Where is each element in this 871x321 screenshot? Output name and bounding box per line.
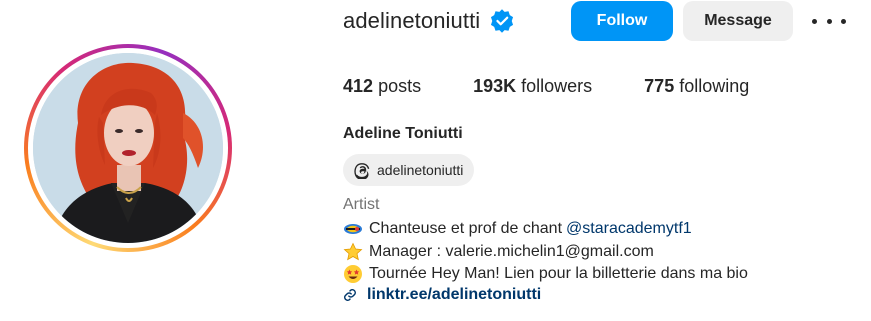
microphone-emoji-icon [343,219,363,239]
avatar-portrait [33,53,223,243]
message-button[interactable]: Message [683,1,793,41]
profile-full-name: Adeline Toniutti [343,125,463,142]
followers-label: followers [521,76,593,96]
link-icon [343,288,357,302]
verified-badge-icon [489,8,515,34]
more-dot [826,18,832,24]
avatar-ring-gap [28,48,228,248]
username-row: adelinetoniutti [343,0,515,42]
profile-username[interactable]: adelinetoniutti [343,8,480,34]
following-stat[interactable]: 775 following [644,76,749,97]
bio-line-1: Chanteuse et prof de chant @staracademyt… [343,219,692,239]
following-label: following [679,76,750,96]
profile-stats: 412 posts 193K followers 775 following [343,76,801,97]
more-dot [841,18,846,24]
profile-category: Artist [343,196,380,213]
bio-line-2: Manager : valerie.michelin1@gmail.com [343,242,654,262]
follow-button[interactable]: Follow [571,1,673,41]
external-link-text: linktr.ee/adelinetoniutti [367,286,542,303]
posts-count: 412 [343,76,374,96]
threads-handle: adelinetoniutti [377,162,464,178]
more-dot [812,18,817,24]
followers-stat[interactable]: 193K followers [473,76,592,97]
followers-count: 193K [473,76,517,96]
star-struck-emoji-icon [343,264,363,284]
more-options-icon[interactable] [812,9,846,33]
bio-line-3-text: Tournée Hey Man! Lien pour la billetteri… [369,265,748,282]
external-link[interactable]: linktr.ee/adelinetoniutti [343,286,541,304]
following-count: 775 [644,76,675,96]
bio-line-2-text: Manager : valerie.michelin1@gmail.com [369,243,654,260]
staracademy-mention-link[interactable]: @staracademytf1 [566,220,692,238]
profile-avatar[interactable] [33,53,223,243]
threads-badge[interactable]: adelinetoniutti [343,154,475,186]
story-ring[interactable] [24,44,232,252]
bio-line-1-text: Chanteuse et prof de chant [369,220,563,237]
threads-icon [353,161,371,179]
posts-stat: 412 posts [343,76,421,97]
posts-label: posts [378,76,422,96]
star-emoji-icon [343,242,363,262]
bio-line-3: Tournée Hey Man! Lien pour la billetteri… [343,264,748,284]
